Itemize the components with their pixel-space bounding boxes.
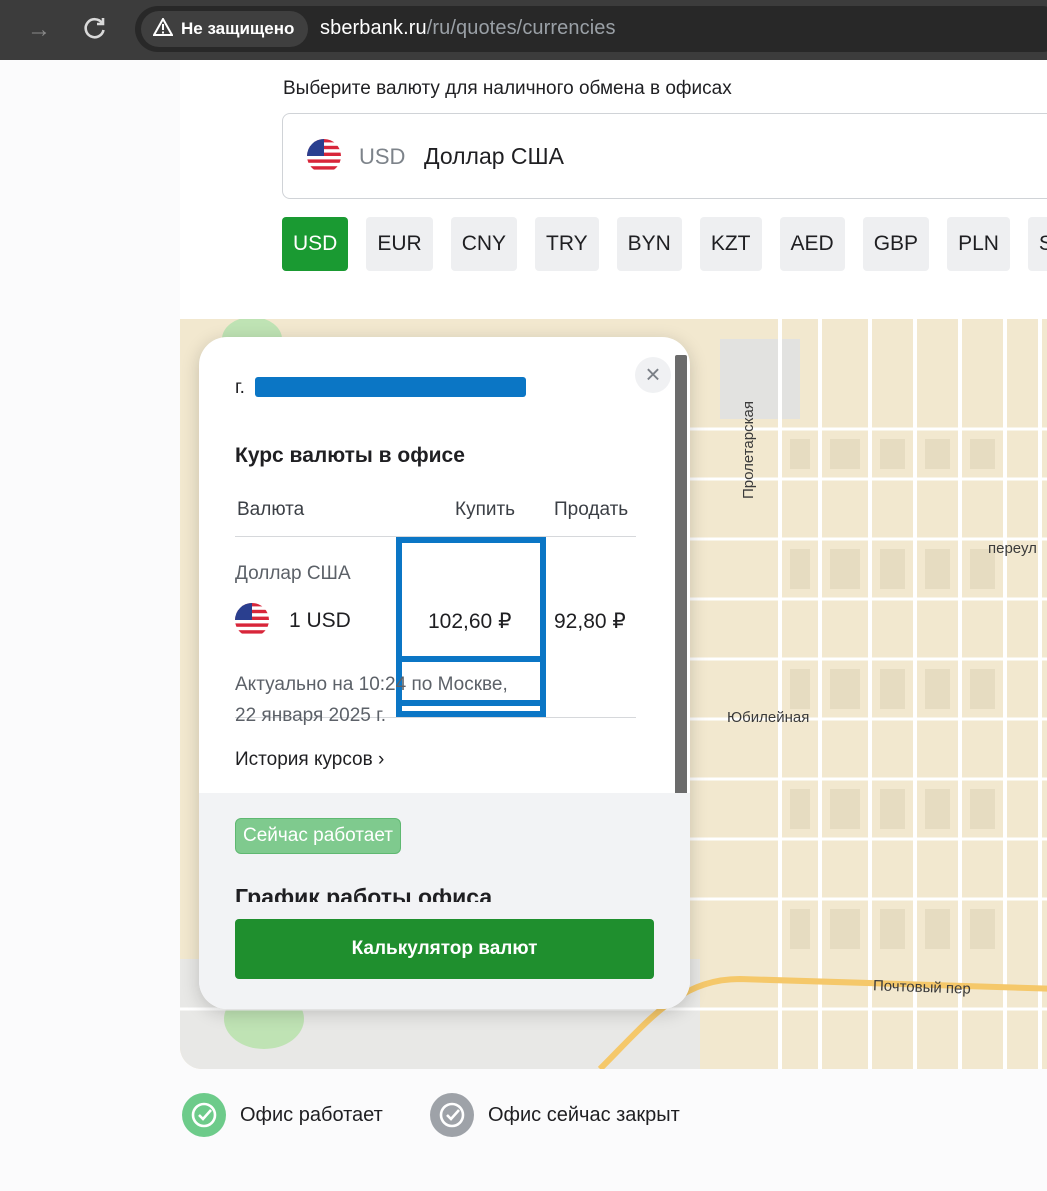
rate-title: Курс валюты в офисе [235,444,465,467]
legend-open-label: Офис работает [240,1103,383,1126]
map-label-pochtovyy: Почтовый пер [872,977,972,998]
security-indicator[interactable]: Не защищено [141,11,309,47]
row-unit: 1 USD [289,609,351,632]
chip-sgd[interactable]: SG [1027,217,1047,271]
col-sell-header: Продать [554,499,629,520]
history-link[interactable]: История курсов › [235,749,384,771]
col-currency-header: Валюта [237,499,305,520]
selected-currency-name: Доллар США [424,143,564,169]
chip-byn[interactable]: BYN [616,217,682,271]
reload-icon[interactable] [82,15,108,41]
warning-icon [152,16,174,41]
map-label-yubileynaya: Юбилейная [727,709,810,726]
chip-gbp[interactable]: GBP [862,217,930,271]
currency-chip-row: USD EUR CNY TRY BYN KZT AED GBP PLN SG [282,217,1047,271]
schedule-title: График работы офиса [235,884,493,902]
row-sell-rate: 92,80 ₽ [554,610,626,633]
legend-open: Офис работает [182,1093,383,1137]
status-badge: Сейчас работает [235,818,402,854]
chip-aed[interactable]: AED [779,217,845,271]
selected-currency-code: USD [359,144,406,169]
office-popup: × г. Курс валюты в офисе Валюта Купить П… [199,337,690,1009]
chip-usd[interactable]: USD [282,217,349,271]
updated-timestamp: Актуально на 10:24 по Москве, 22 января … [235,674,508,726]
check-icon [182,1093,226,1137]
chip-kzt[interactable]: KZT [699,217,762,271]
currency-select-label: Выберите валюту для наличного обмена в о… [283,78,732,99]
legend-closed: Офис сейчас закрыт [430,1093,680,1137]
forward-arrow-icon[interactable]: → [27,17,53,43]
us-flag-icon [307,139,341,178]
browser-toolbar: → Не защищено sberbank.ru/ru/quotes/curr… [0,0,1047,60]
chip-cny[interactable]: CNY [450,217,518,271]
us-flag-icon [235,603,269,642]
redacted-address [255,377,526,397]
col-buy-header: Купить [455,499,516,520]
city-prefix: г. [235,377,245,398]
chip-eur[interactable]: EUR [366,217,433,271]
row-currency-name: Доллар США [235,563,351,584]
address-bar[interactable]: Не защищено sberbank.ru/ru/quotes/curren… [135,6,1047,52]
map-label-proletarskaya: Пролетарская [740,401,757,499]
currency-select[interactable]: USD Доллар США [282,113,1047,199]
map-label-pereulok: переул [988,540,1037,557]
chip-try[interactable]: TRY [535,217,599,271]
chip-pln[interactable]: PLN [947,217,1010,271]
legend-closed-label: Офис сейчас закрыт [488,1103,680,1126]
close-icon[interactable]: × [635,357,671,393]
page-content: Выберите валюту для наличного обмена в о… [0,60,1047,1191]
currency-calculator-button[interactable]: Калькулятор валют [235,919,654,979]
url-text: sberbank.ru/ru/quotes/currencies [320,17,616,39]
check-icon [430,1093,474,1137]
security-label: Не защищено [181,19,295,38]
